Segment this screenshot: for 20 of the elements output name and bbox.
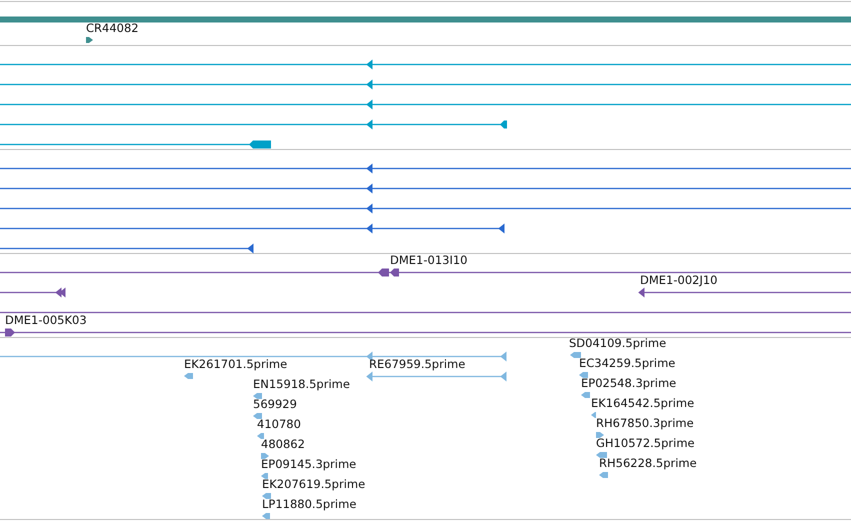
feature-label: EN15918.5prime <box>253 377 350 391</box>
feature-label: 410780 <box>257 417 301 431</box>
feature-label: EP02548.3prime <box>581 376 676 390</box>
feature-label: SD04109.5prime <box>569 336 666 350</box>
feature-label: 480862 <box>261 437 305 451</box>
feature-label: 569929 <box>253 397 297 411</box>
feature-label: EK261701.5prime <box>184 357 288 371</box>
feature-label: EK164542.5prime <box>591 396 694 410</box>
feature-label: RE67959.5prime <box>369 357 466 371</box>
feature-label: EC34259.5prime <box>579 356 676 370</box>
feature-label: LP11880.5prime <box>262 497 356 511</box>
feature-label: DME1-005K03 <box>5 313 87 327</box>
feature-label: DME1-013I10 <box>390 253 468 267</box>
feature-label: EK207619.5prime <box>262 477 366 491</box>
feature-label: EP09145.3prime <box>261 457 356 471</box>
feature-label: DME1-002J10 <box>640 273 718 287</box>
feature-label: CR44082 <box>86 21 139 35</box>
feature-label: GH10572.5prime <box>596 436 695 450</box>
feature-label: RH67850.3prime <box>596 416 694 430</box>
feature-label: RH56228.5prime <box>599 456 697 470</box>
